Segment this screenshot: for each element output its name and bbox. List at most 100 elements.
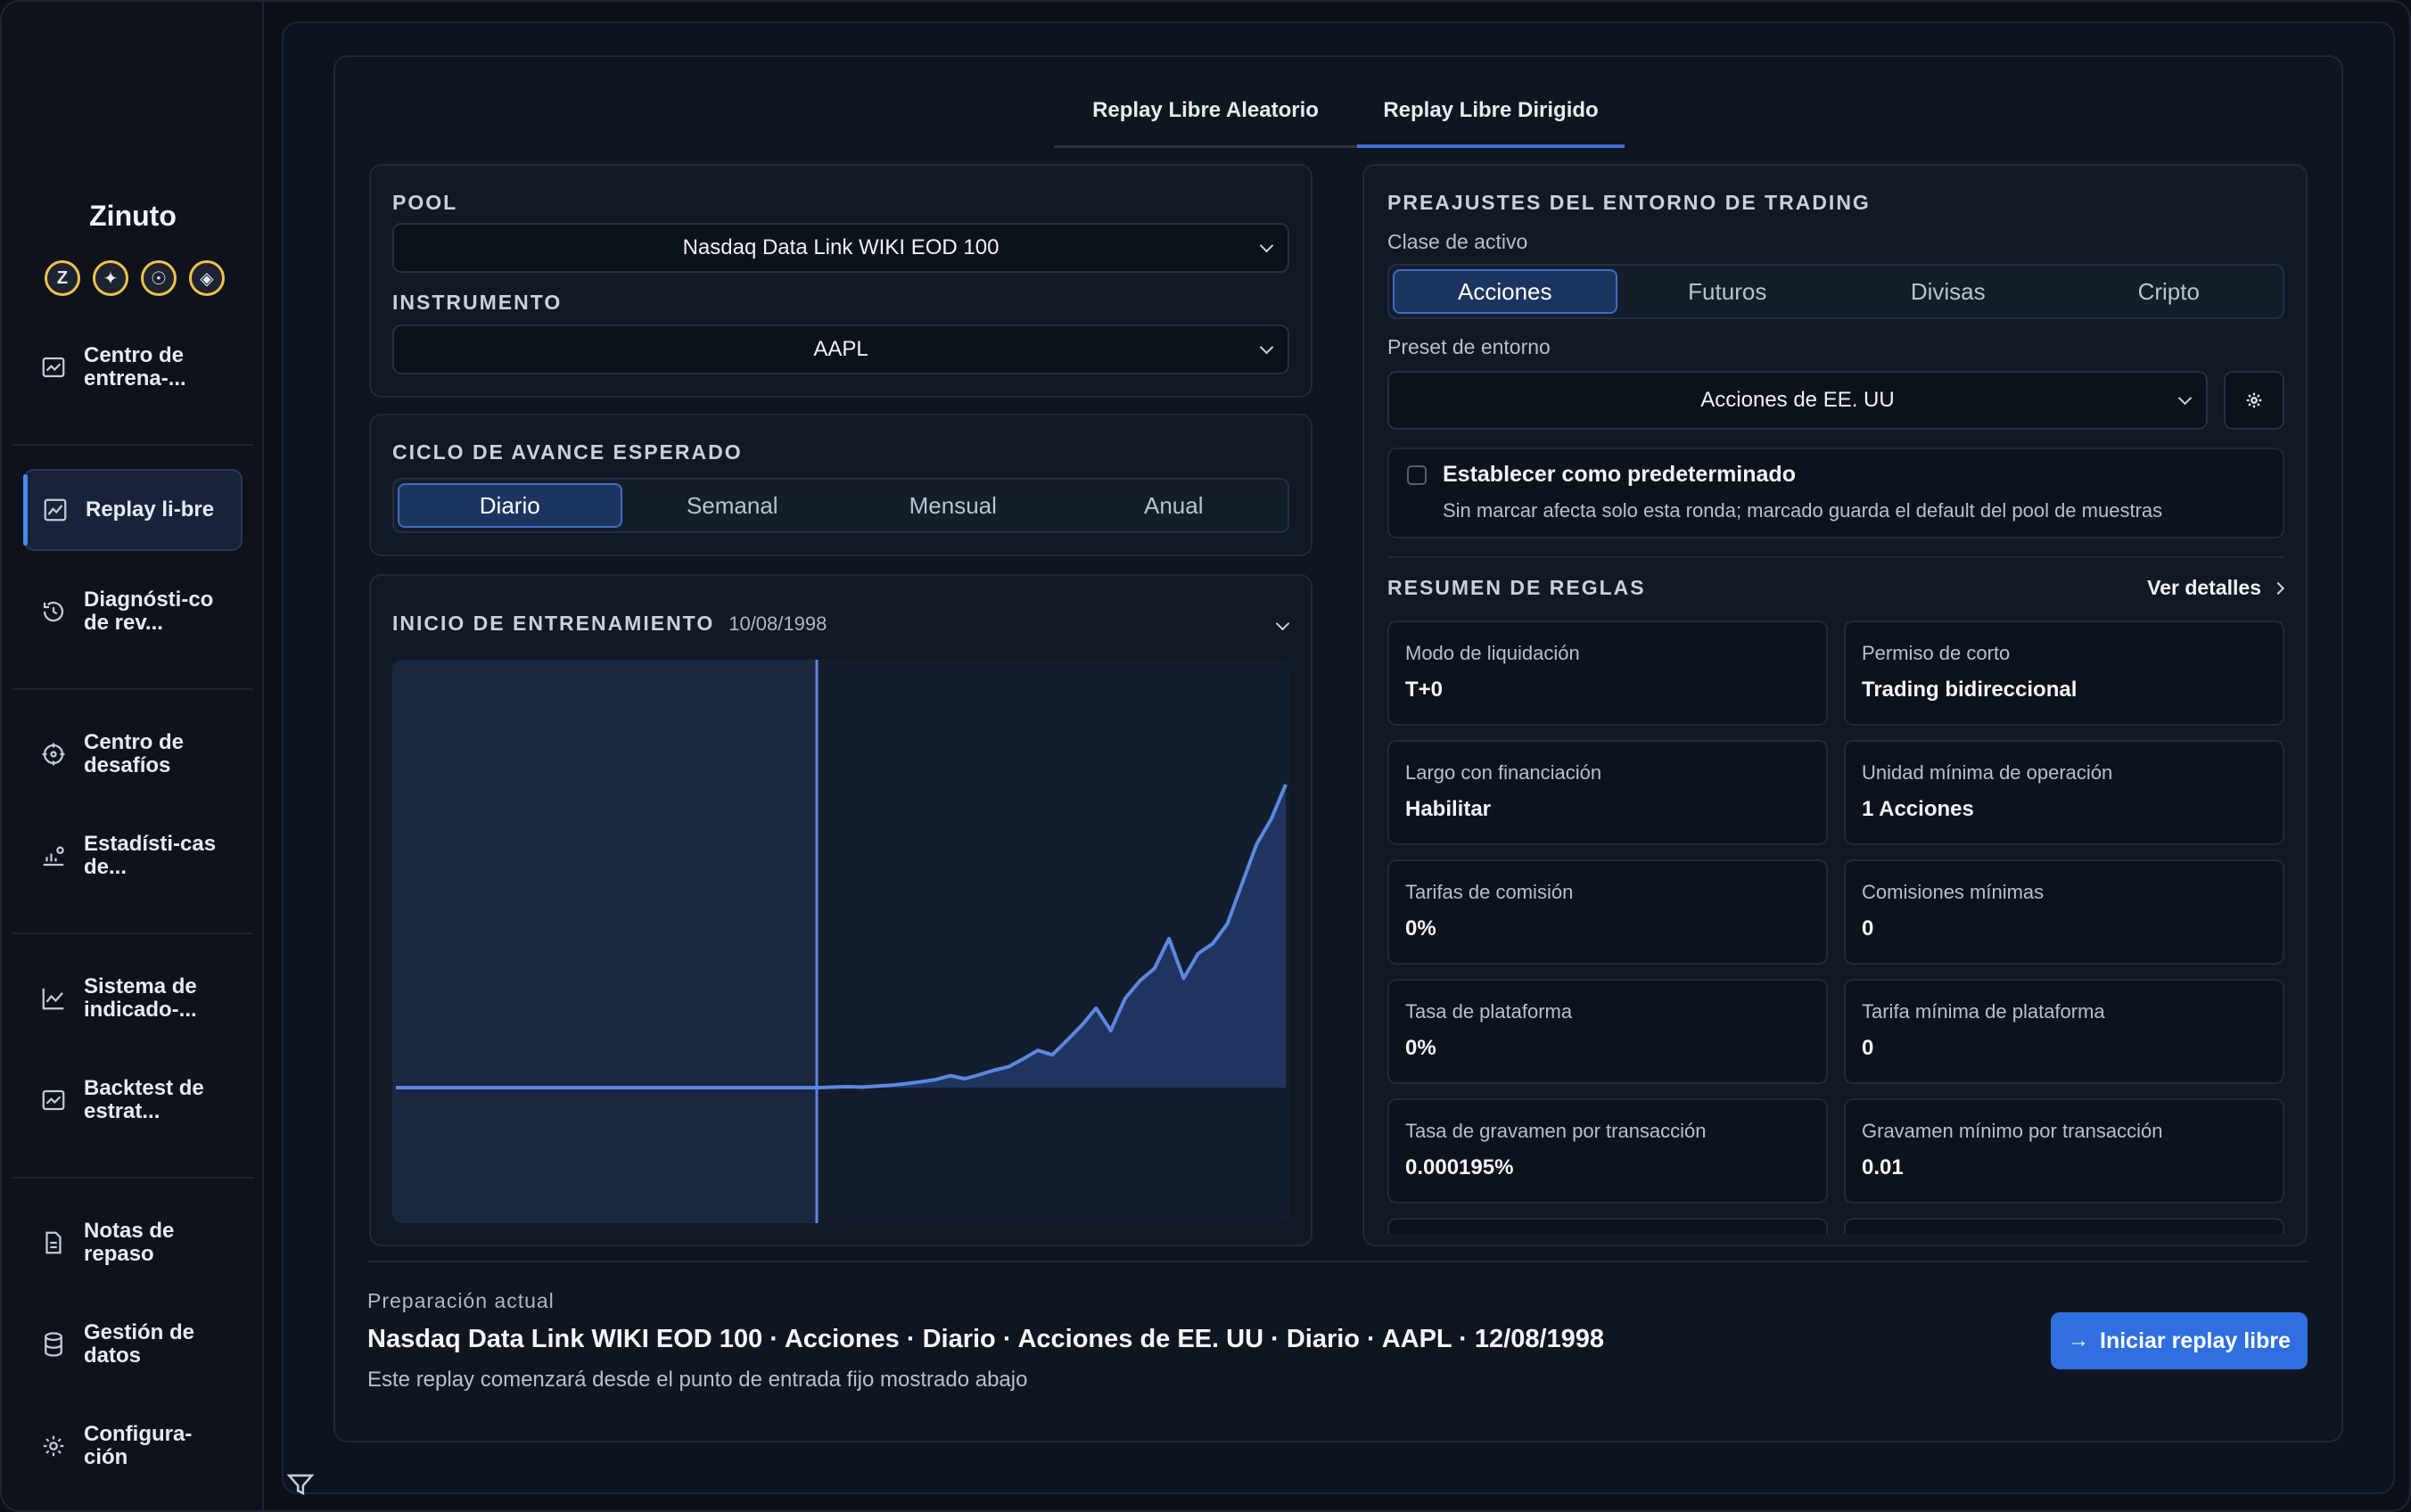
sidebar-item-statistics[interactable]: Estadísti-cas de... [23, 815, 243, 897]
rule-value: T+0 [1405, 678, 1444, 702]
chevron-down-icon [2177, 390, 2193, 406]
pool-card: POOL Nasdaq Data Link WIKI EOD 100 INSTR… [369, 164, 1312, 398]
asset-option-futures[interactable]: Futuros [1617, 269, 1839, 314]
chevron-down-icon [1259, 238, 1274, 253]
rule-label: Tarifa mínima de plataforma [1862, 1000, 2105, 1023]
rule-label: Tarifas de comisión [1405, 881, 1574, 903]
sidebar-item-label: Configura-ción [84, 1422, 193, 1469]
preset-select[interactable]: Acciones de EE. UU [1387, 371, 2208, 430]
chart-image-icon [23, 1087, 84, 1113]
preset-settings-button[interactable] [2224, 371, 2284, 430]
tab-bar: Replay Libre Aleatorio Replay Libre Diri… [1054, 91, 1625, 148]
rule-label: Tasa de gravamen por transacción [1405, 1120, 1707, 1142]
sidebar-item-challenges[interactable]: Centro de desafíos [23, 713, 243, 795]
sidebar-item-settings[interactable]: Configura-ción [23, 1405, 243, 1487]
arrow-right-icon: → [2068, 1328, 2089, 1352]
rules-title: RESUMEN DE REGLAS [1387, 576, 1646, 599]
training-start-card: INICIO DE ENTRENAMIENTO 10/08/1998 [369, 574, 1312, 1246]
divider [367, 1261, 2308, 1262]
start-replay-label: Iniciar replay libre [2100, 1327, 2291, 1353]
cycle-segmented-control: Diario Semanal Mensual Anual [392, 478, 1289, 533]
sidebar-item-indicators[interactable]: Sistema de indicado-... [23, 957, 243, 1040]
view-details-link[interactable]: Ver detalles [2147, 576, 2285, 600]
rule-label: Gravamen mínimo por transacción [1862, 1120, 2163, 1142]
line-chart-icon [23, 985, 84, 1012]
chevron-right-icon [2271, 581, 2285, 595]
rule-card: Modo de liquidación T+0 [1387, 620, 1828, 726]
rule-card: Gravamen mínimo por transacción 0.01 [1844, 1098, 2284, 1204]
asset-option-stocks[interactable]: Acciones [1393, 269, 1617, 314]
rule-card: Tarifas de comisión 0% [1387, 859, 1828, 965]
rule-card: Permiso de corto Trading bidireccional [1844, 620, 2284, 726]
sidebar-item-notes[interactable]: Notas de repaso [23, 1202, 243, 1284]
divider [1387, 556, 2284, 558]
badge-icon[interactable]: Z [45, 260, 80, 296]
cycle-option-yearly[interactable]: Anual [1064, 483, 1285, 528]
asset-option-forex[interactable]: Divisas [1838, 269, 2059, 314]
trend-chart-icon [25, 497, 86, 523]
summary-note: Este replay comenzará desde el punto de … [367, 1368, 1028, 1392]
rule-value: Habilitar [1405, 797, 1492, 821]
rule-card [1387, 1218, 1828, 1234]
env-title: PREAJUSTES DEL ENTORNO DE TRADING [1387, 191, 1871, 214]
rules-grid: Modo de liquidación T+0 Permiso de corto T… [1364, 620, 2306, 1234]
sidebar-item-label: Diagnósti-co de rev... [84, 588, 214, 635]
chevron-down-icon [1259, 340, 1274, 355]
rule-label: Modo de liquidación [1405, 642, 1580, 664]
stats-user-icon [23, 842, 84, 869]
pool-title: POOL [392, 191, 458, 214]
instrument-select[interactable]: AAPL [392, 325, 1289, 374]
rule-value: 0% [1405, 916, 1436, 941]
chevron-down-icon[interactable] [1275, 616, 1290, 631]
asset-option-crypto[interactable]: Cripto [2059, 269, 2280, 314]
pool-value: Nasdaq Data Link WIKI EOD 100 [682, 235, 1000, 259]
sidebar-item-label: Gestión de datos [84, 1320, 195, 1368]
divider [12, 444, 253, 446]
rule-label: Permiso de corto [1862, 642, 2011, 664]
default-option-box: Establecer como predeterminado Sin marca… [1387, 448, 2284, 538]
sidebar-item-free-replay[interactable]: Replay li-bre [23, 469, 243, 551]
pool-select[interactable]: Nasdaq Data Link WIKI EOD 100 [392, 223, 1289, 273]
filter-icon[interactable] [285, 1469, 316, 1500]
start-replay-button[interactable]: → Iniciar replay libre [2051, 1312, 2308, 1369]
badge-icon[interactable]: ☉ [141, 260, 177, 296]
default-checkbox[interactable] [1407, 465, 1427, 485]
preset-label: Preset de entorno [1387, 335, 1551, 358]
cycle-option-daily[interactable]: Diario [398, 483, 622, 528]
sidebar-item-backtest[interactable]: Backtest de estrat... [23, 1059, 243, 1141]
tab-random-replay[interactable]: Replay Libre Aleatorio [1054, 91, 1357, 148]
document-icon [23, 1229, 84, 1256]
tab-directed-replay[interactable]: Replay Libre Dirigido [1357, 91, 1625, 148]
badge-icon[interactable]: ✦ [93, 260, 128, 296]
sidebar-item-training-center[interactable]: Centro de entrena-... [23, 326, 243, 408]
sidebar-item-label: Sistema de indicado-... [84, 974, 197, 1022]
asset-class-label: Clase de activo [1387, 230, 1528, 253]
price-chart[interactable] [392, 660, 1289, 1223]
preset-value: Acciones de EE. UU [1700, 388, 1895, 412]
badge-icon[interactable]: ◈ [189, 260, 225, 296]
cycle-option-monthly[interactable]: Mensual [843, 483, 1064, 528]
target-icon [23, 741, 84, 768]
training-start-title: INICIO DE ENTRENAMIENTO [392, 612, 715, 635]
training-start-header[interactable]: INICIO DE ENTRENAMIENTO 10/08/1998 [392, 612, 827, 636]
view-details-label: Ver detalles [2147, 576, 2261, 599]
rule-label: Largo con financiación [1405, 761, 1602, 784]
sidebar-item-data[interactable]: Gestión de datos [23, 1303, 243, 1385]
summary-label: Preparación actual [367, 1289, 555, 1312]
default-title: Establecer como predeterminado [1443, 462, 1796, 487]
rule-card [1844, 1218, 2284, 1234]
sidebar-item-label: Notas de repaso [84, 1219, 175, 1266]
rule-value: 0 [1862, 916, 1874, 941]
cycle-option-weekly[interactable]: Semanal [622, 483, 843, 528]
rule-value: 1 Acciones [1862, 797, 1974, 821]
sidebar-item-diagnostic[interactable]: Diagnósti-co de rev... [23, 571, 243, 653]
app-name: Zinuto [89, 200, 177, 232]
achievement-badges: Z ✦ ☉ ◈ [45, 260, 225, 296]
sidebar-item-label: Replay li-bre [86, 497, 215, 522]
rule-value: 0 [1862, 1036, 1874, 1060]
rule-label: Comisiones mínimas [1862, 881, 2045, 903]
instrument-title: INSTRUMENTO [392, 291, 563, 314]
app-window: Zinuto Z ✦ ☉ ◈ Centro de entrena-... Rep… [0, 0, 2411, 1512]
rule-label: Unidad mínima de operación [1862, 761, 2113, 784]
price-chart-svg[interactable] [392, 660, 1289, 1223]
